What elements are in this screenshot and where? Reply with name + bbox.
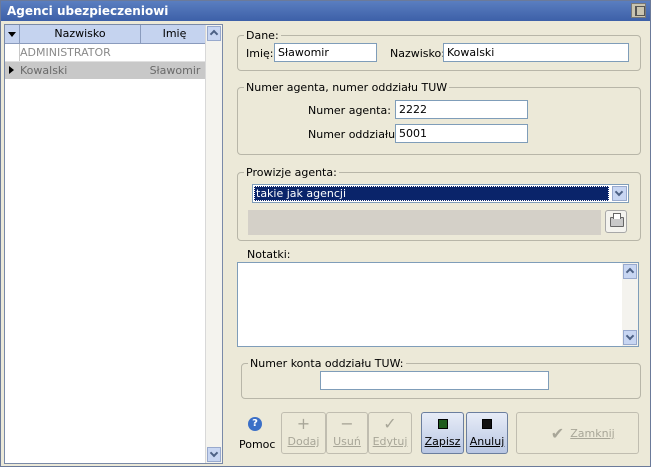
save-button[interactable]: Zapisz bbox=[421, 412, 464, 454]
title-bar: Agenci ubezpieczeniowi bbox=[1, 1, 650, 21]
account-number-field[interactable] bbox=[320, 371, 549, 390]
delete-button[interactable]: − Usuń bbox=[326, 412, 368, 454]
help-button[interactable]: ? Pomoc bbox=[239, 414, 275, 454]
agents-grid[interactable]: Nazwisko Imię ADMINISTRATOR Kowalski Sła… bbox=[4, 24, 223, 464]
imie-label: Imię: bbox=[246, 47, 274, 60]
table-row[interactable]: ADMINISTRATOR bbox=[5, 44, 208, 62]
cell-nazwisko: ADMINISTRATOR bbox=[20, 46, 111, 59]
help-icon: ? bbox=[248, 417, 262, 431]
minus-icon: − bbox=[340, 414, 354, 433]
scroll-up-icon[interactable] bbox=[623, 264, 637, 279]
grid-scrollbar[interactable] bbox=[205, 25, 222, 463]
row-indicator bbox=[5, 44, 20, 61]
column-selector-icon[interactable] bbox=[5, 25, 20, 43]
close-button[interactable]: ✔ Zamknij bbox=[516, 412, 639, 454]
edit-button[interactable]: ✓ Edytuj bbox=[368, 412, 412, 454]
scroll-down-icon[interactable] bbox=[207, 447, 221, 462]
grid-header: Nazwisko Imię bbox=[5, 25, 208, 44]
numer-group: Numer agenta, numer oddziału TUW bbox=[237, 81, 641, 155]
add-button[interactable]: + Dodaj bbox=[281, 412, 326, 454]
save-icon bbox=[437, 419, 448, 429]
app-window: Agenci ubezpieczeniowi Nazwisko Imię ADM… bbox=[0, 0, 651, 467]
nazwisko-label: Nazwisko: bbox=[390, 47, 445, 60]
cell-imie: Sławomir bbox=[149, 64, 201, 77]
window-title: Agenci ubezpieczeniowi bbox=[7, 4, 169, 18]
agent-number-field[interactable]: 2222 bbox=[395, 100, 528, 119]
notatki-legend: Notatki: bbox=[245, 248, 293, 261]
save-label: Zapisz bbox=[424, 435, 461, 448]
branch-number-label: Numer oddziału: bbox=[308, 128, 399, 141]
imie-field[interactable]: Sławomir bbox=[274, 43, 377, 62]
cell-nazwisko: Kowalski bbox=[20, 64, 68, 77]
branch-number-field[interactable]: 5001 bbox=[395, 124, 528, 143]
scroll-up-icon[interactable] bbox=[207, 26, 221, 41]
close-label: Zamknij bbox=[570, 427, 615, 440]
table-row-selected[interactable]: Kowalski Sławomir bbox=[5, 62, 208, 79]
commission-select-value: takie jak agencji bbox=[254, 186, 609, 201]
scroll-down-icon[interactable] bbox=[623, 330, 637, 345]
notes-textarea[interactable] bbox=[237, 262, 639, 347]
add-label: Dodaj bbox=[287, 435, 320, 448]
agent-number-label: Numer agenta: bbox=[308, 104, 391, 117]
column-header-imie[interactable]: Imię bbox=[141, 25, 208, 43]
printer-icon bbox=[610, 213, 624, 227]
dane-legend: Dane: bbox=[244, 29, 281, 42]
numer-legend: Numer agenta, numer oddziału TUW bbox=[244, 81, 450, 94]
edit-label: Edytuj bbox=[372, 435, 408, 448]
checkmark-icon: ✓ bbox=[383, 414, 397, 433]
window-menu-icon[interactable] bbox=[631, 3, 646, 18]
commission-select[interactable]: takie jak agencji bbox=[252, 184, 629, 203]
prowizje-legend: Prowizje agenta: bbox=[244, 166, 339, 179]
chevron-down-icon[interactable] bbox=[612, 186, 627, 201]
plus-icon: + bbox=[296, 414, 311, 433]
column-header-nazwisko[interactable]: Nazwisko bbox=[20, 25, 141, 43]
help-label: Pomoc bbox=[239, 438, 276, 451]
notes-scrollbar[interactable] bbox=[622, 263, 638, 346]
current-row-icon bbox=[5, 62, 20, 79]
konto-legend: Numer konta oddziału TUW: bbox=[248, 357, 406, 370]
nazwisko-field[interactable]: Kowalski bbox=[443, 43, 629, 62]
delete-label: Usuń bbox=[333, 435, 361, 448]
commission-detail-area bbox=[248, 210, 601, 235]
print-button[interactable] bbox=[605, 210, 627, 233]
